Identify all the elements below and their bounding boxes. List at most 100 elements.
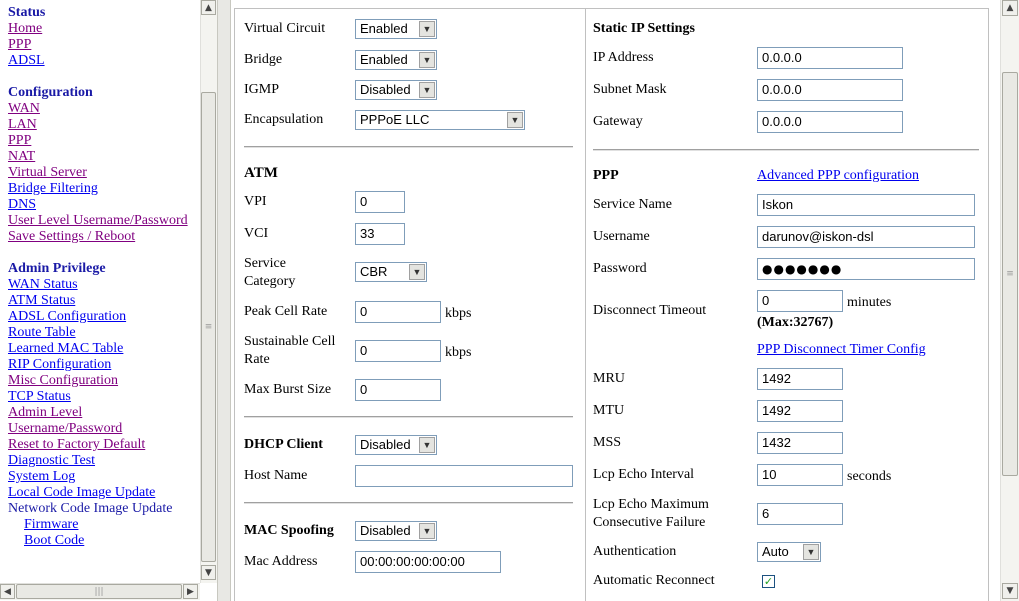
bridge-select[interactable]: Enabled ▼ bbox=[355, 50, 437, 70]
section-divider bbox=[244, 146, 573, 148]
chevron-down-icon: ▼ bbox=[419, 21, 435, 37]
nav-adsl-configuration[interactable]: ADSL Configuration bbox=[8, 309, 172, 325]
frame-divider[interactable] bbox=[217, 0, 231, 601]
scroll-down-icon[interactable]: ▼ bbox=[201, 565, 216, 580]
admin-heading: Admin Privilege bbox=[8, 261, 106, 276]
gateway-label: Gateway bbox=[593, 114, 643, 129]
mru-input[interactable]: 1492 bbox=[757, 368, 843, 390]
mac-spoofing-select[interactable]: Disabled ▼ bbox=[355, 521, 437, 541]
scroll-right-icon[interactable]: ▶ bbox=[183, 584, 198, 599]
nav-admin-level[interactable]: Admin Level bbox=[8, 405, 172, 421]
nav-route-table[interactable]: Route Table bbox=[8, 325, 172, 341]
lcp-echo-interval-unit: seconds bbox=[847, 469, 892, 484]
mru-label: MRU bbox=[593, 371, 625, 386]
gateway-input[interactable]: 0.0.0.0 bbox=[757, 111, 903, 133]
lcp-echo-max-input[interactable]: 6 bbox=[757, 503, 843, 525]
nav-network-code-update: Network Code Image Update bbox=[8, 501, 173, 516]
nav-lan[interactable]: LAN bbox=[8, 117, 188, 133]
nav-save-reboot[interactable]: Save Settings / Reboot bbox=[8, 229, 188, 245]
virtual-circuit-label: Virtual Circuit bbox=[244, 21, 326, 36]
peak-cell-rate-unit: kbps bbox=[445, 306, 472, 321]
static-ip-heading: Static IP Settings bbox=[593, 21, 695, 36]
encapsulation-select[interactable]: PPPoE LLC ▼ bbox=[355, 110, 525, 130]
scroll-up-icon[interactable]: ▲ bbox=[1002, 0, 1018, 16]
nav-vertical-scrollbar[interactable]: ▲ ≡ ▼ bbox=[200, 0, 217, 583]
bridge-label: Bridge bbox=[244, 52, 283, 67]
virtual-circuit-select[interactable]: Enabled ▼ bbox=[355, 19, 437, 39]
scroll-left-icon[interactable]: ◀ bbox=[0, 584, 15, 599]
nav-ppp-config[interactable]: PPP bbox=[8, 133, 188, 149]
scroll-down-icon[interactable]: ▼ bbox=[1002, 583, 1018, 599]
column-divider bbox=[585, 9, 586, 601]
chevron-down-icon: ▼ bbox=[419, 437, 435, 453]
nav-horizontal-scrollbar[interactable]: ◀ ||| ▶ bbox=[0, 583, 200, 600]
host-name-input[interactable] bbox=[355, 465, 573, 487]
nav-atm-status[interactable]: ATM Status bbox=[8, 293, 172, 309]
section-divider bbox=[244, 502, 573, 504]
mac-spoofing-label: MAC Spoofing bbox=[244, 523, 334, 538]
configuration-heading: Configuration bbox=[8, 85, 93, 100]
disconnect-timeout-max: (Max:32767) bbox=[757, 315, 834, 330]
nav-diagnostic-test[interactable]: Diagnostic Test bbox=[8, 453, 172, 469]
username-input[interactable]: darunov@iskon-dsl bbox=[757, 226, 975, 248]
peak-cell-rate-input[interactable]: 0 bbox=[355, 301, 441, 323]
chevron-down-icon: ▼ bbox=[803, 544, 819, 560]
nav-tcp-status[interactable]: TCP Status bbox=[8, 389, 172, 405]
mtu-label: MTU bbox=[593, 403, 625, 418]
sustainable-cell-rate-input[interactable]: 0 bbox=[355, 340, 441, 362]
lcp-echo-interval-label: Lcp Echo Interval bbox=[593, 467, 695, 482]
nav-dns[interactable]: DNS bbox=[8, 197, 188, 213]
nav-user-level-password[interactable]: User Level Username/Password bbox=[8, 213, 188, 229]
nav-firmware[interactable]: Firmware bbox=[8, 517, 172, 533]
main-frame: Virtual Circuit Enabled ▼ Bridge Enabled ▼… bbox=[231, 0, 1019, 601]
nav-ppp-status[interactable]: PPP bbox=[8, 37, 45, 53]
mtu-input[interactable]: 1492 bbox=[757, 400, 843, 422]
authentication-label: Authentication bbox=[593, 544, 677, 559]
service-category-label: Service Category bbox=[244, 256, 296, 289]
scroll-up-icon[interactable]: ▲ bbox=[201, 0, 216, 15]
service-category-select[interactable]: CBR ▼ bbox=[355, 262, 427, 282]
atm-heading: ATM bbox=[244, 165, 278, 181]
mac-address-input[interactable]: 00:00:00:00:00:00 bbox=[355, 551, 501, 573]
nav-misc-configuration[interactable]: Misc Configuration bbox=[8, 373, 172, 389]
nav-adsl-status[interactable]: ADSL bbox=[8, 53, 45, 69]
nav-home[interactable]: Home bbox=[8, 21, 45, 37]
vpi-input[interactable]: 0 bbox=[355, 191, 405, 213]
automatic-reconnect-checkbox[interactable]: ✓ bbox=[762, 575, 775, 588]
advanced-ppp-link[interactable]: Advanced PPP configuration bbox=[757, 167, 919, 185]
nav-learned-mac-table[interactable]: Learned MAC Table bbox=[8, 341, 172, 357]
nav-virtual-server[interactable]: Virtual Server bbox=[8, 165, 188, 181]
nav-bridge-filtering[interactable]: Bridge Filtering bbox=[8, 181, 188, 197]
nav-system-log[interactable]: System Log bbox=[8, 469, 172, 485]
section-divider bbox=[593, 149, 979, 151]
nav-rip-configuration[interactable]: RIP Configuration bbox=[8, 357, 172, 373]
nav-nat[interactable]: NAT bbox=[8, 149, 188, 165]
igmp-select[interactable]: Disabled ▼ bbox=[355, 80, 437, 100]
nav-local-code-update[interactable]: Local Code Image Update bbox=[8, 485, 172, 501]
authentication-select[interactable]: Auto ▼ bbox=[757, 542, 821, 562]
service-name-input[interactable]: Iskon bbox=[757, 194, 975, 216]
disconnect-timeout-input[interactable]: 0 bbox=[757, 290, 843, 312]
subnet-mask-input[interactable]: 0.0.0.0 bbox=[757, 79, 903, 101]
lcp-echo-interval-input[interactable]: 10 bbox=[757, 464, 843, 486]
mss-input[interactable]: 1432 bbox=[757, 432, 843, 454]
nav-wan[interactable]: WAN bbox=[8, 101, 188, 117]
main-vertical-scrollbar[interactable]: ▲ ≡ ▼ bbox=[1000, 0, 1019, 601]
chevron-down-icon: ▼ bbox=[419, 523, 435, 539]
nav-hscroll-thumb[interactable]: ||| bbox=[16, 584, 182, 599]
nav-username-password[interactable]: Username/Password bbox=[8, 421, 172, 437]
nav-wan-status[interactable]: WAN Status bbox=[8, 277, 172, 293]
main-scroll-thumb[interactable]: ≡ bbox=[1002, 72, 1018, 476]
max-burst-size-input[interactable]: 0 bbox=[355, 379, 441, 401]
vci-input[interactable]: 33 bbox=[355, 223, 405, 245]
password-input[interactable]: ●●●●●●● bbox=[757, 258, 975, 280]
max-burst-size-label: Max Burst Size bbox=[244, 382, 332, 397]
ppp-disconnect-timer-link[interactable]: PPP Disconnect Timer Config bbox=[757, 341, 926, 359]
navigation-menu: Status Home PPP ADSL Configuration WAN L… bbox=[8, 0, 200, 583]
disconnect-timeout-label: Disconnect Timeout bbox=[593, 303, 707, 318]
nav-reset-factory[interactable]: Reset to Factory Default bbox=[8, 437, 172, 453]
nav-scroll-thumb[interactable]: ≡ bbox=[201, 92, 216, 562]
dhcp-client-select[interactable]: Disabled ▼ bbox=[355, 435, 437, 455]
nav-boot-code[interactable]: Boot Code bbox=[8, 533, 172, 549]
ip-address-input[interactable]: 0.0.0.0 bbox=[757, 47, 903, 69]
